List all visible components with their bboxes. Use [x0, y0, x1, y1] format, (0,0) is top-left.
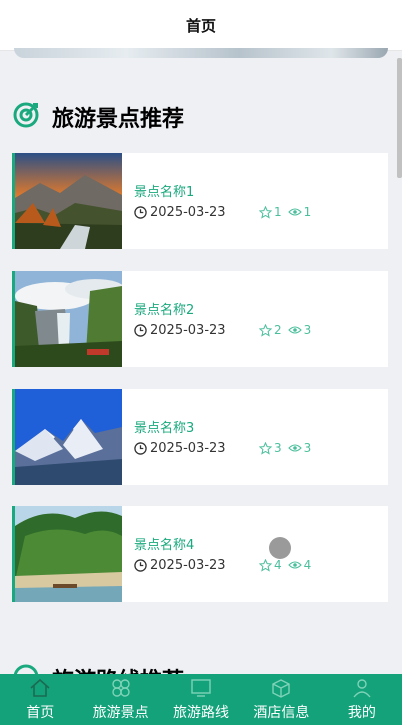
attraction-stats: 3 3 — [259, 441, 311, 455]
view-count: 4 — [303, 558, 312, 572]
star-icon — [259, 558, 272, 572]
star-count: 4 — [274, 558, 282, 572]
page-title: 首页 — [185, 16, 216, 35]
banner-image[interactable] — [14, 48, 388, 58]
attraction-stats: 4 4 — [259, 558, 311, 572]
section-header: 旅游景点推荐 — [12, 100, 184, 134]
star-icon — [259, 205, 272, 219]
scrollbar[interactable] — [397, 58, 402, 178]
bottom-tab-bar: 首页 旅游景点 旅游路线 酒店信息 我的 — [0, 674, 402, 725]
attraction-image[interactable] — [15, 271, 122, 367]
tab-profile[interactable]: 我的 — [322, 674, 402, 725]
view-count: 1 — [303, 205, 312, 219]
clock-icon — [134, 559, 147, 572]
attraction-stats: 1 1 — [259, 205, 311, 219]
tab-hotels[interactable]: 酒店信息 — [241, 674, 321, 725]
attraction-image[interactable] — [15, 153, 122, 249]
attraction-card[interactable]: 景点名称3 2025-03-23 3 3 — [12, 389, 388, 485]
view-count: 3 — [303, 441, 312, 455]
attraction-date: 2025-03-23 — [134, 323, 226, 338]
attraction-stats: 2 3 — [259, 323, 311, 337]
touch-indicator — [269, 537, 291, 559]
attraction-name[interactable]: 景点名称3 — [134, 417, 194, 436]
star-count: 1 — [274, 205, 282, 219]
home-icon — [29, 678, 51, 702]
attraction-date: 2025-03-23 — [134, 441, 226, 456]
attraction-name[interactable]: 景点名称2 — [134, 299, 194, 318]
attraction-date: 2025-03-23 — [134, 205, 226, 220]
clock-icon — [134, 442, 147, 455]
monitor-icon — [190, 678, 212, 702]
attraction-image[interactable] — [15, 389, 122, 485]
section-title: 旅游景点推荐 — [52, 107, 185, 132]
eye-icon — [287, 561, 302, 569]
attraction-card[interactable]: 景点名称2 2025-03-23 2 3 — [12, 271, 388, 367]
star-count: 3 — [274, 441, 282, 455]
attraction-name[interactable]: 景点名称4 — [134, 534, 194, 553]
clock-icon — [134, 324, 147, 337]
target-icon — [12, 101, 40, 133]
attraction-date: 2025-03-23 — [134, 558, 226, 573]
grid-icon — [110, 678, 132, 702]
clock-icon — [134, 206, 147, 219]
eye-icon — [287, 208, 302, 216]
tab-home[interactable]: 首页 — [0, 674, 80, 725]
box-icon — [270, 678, 292, 702]
attraction-name[interactable]: 景点名称1 — [134, 181, 194, 200]
eye-icon — [287, 326, 302, 334]
page-header: 首页 — [0, 0, 402, 51]
star-count: 2 — [274, 323, 282, 337]
attraction-card[interactable]: 景点名称1 2025-03-23 1 1 — [12, 153, 388, 249]
tab-routes[interactable]: 旅游路线 — [161, 674, 241, 725]
view-count: 3 — [303, 323, 312, 337]
tab-attractions[interactable]: 旅游景点 — [80, 674, 160, 725]
eye-icon — [287, 444, 302, 452]
star-icon — [259, 323, 272, 337]
user-icon — [351, 678, 373, 702]
star-icon — [259, 441, 272, 455]
attraction-card[interactable]: 景点名称4 2025-03-23 4 4 — [12, 506, 388, 602]
attraction-image[interactable] — [15, 506, 122, 602]
